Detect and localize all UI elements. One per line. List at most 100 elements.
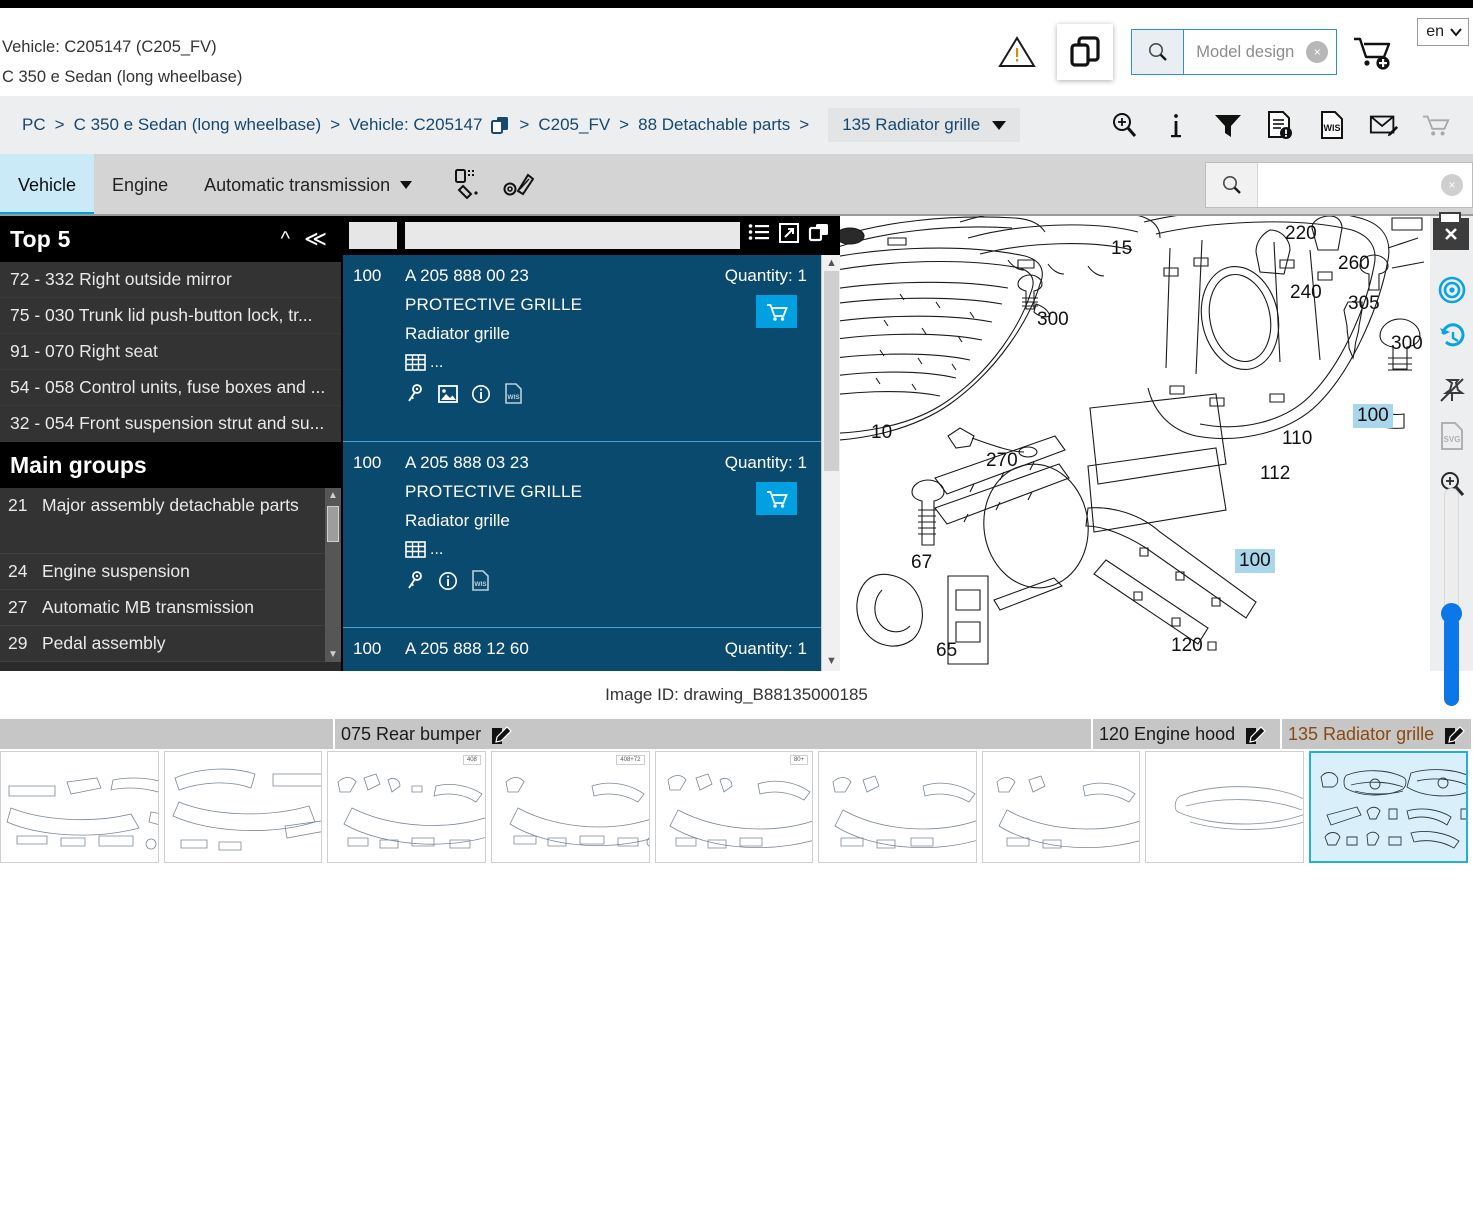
parts-search-box[interactable]: × [1205,162,1473,208]
wis-document-icon[interactable]: WIS [1317,110,1347,140]
part-table-toggle[interactable]: ... [405,540,809,560]
part-table-toggle[interactable]: ... [405,353,809,373]
model-search-input[interactable]: Model design × [1184,30,1336,74]
main-groups-list: 21 Major assembly detachable parts 24 En… [0,488,341,662]
info-circle-icon[interactable] [471,384,491,409]
main-groups-scrollbar[interactable]: ▲ ▼ [325,488,341,662]
main-group-item-27[interactable]: 27 Automatic MB transmission [0,590,341,626]
thumbnail-tile[interactable] [981,751,1141,863]
parts-toolbar-field-wide[interactable] [405,222,740,249]
info-circle-icon[interactable] [438,571,458,596]
expand-arrow-icon[interactable] [779,223,799,248]
thumbnail-group-label: 135 Radiator grille [1288,723,1435,744]
table-grid-icon [405,354,426,371]
parts-list-scrollbar[interactable]: ▲ ▼ [821,255,840,671]
callout-110: 110 [1282,428,1313,449]
breadcrumb-item-detachable-parts[interactable]: 88 Detachable parts [638,115,790,135]
parts-toolbar-field-small[interactable] [349,222,397,249]
parts-list-item[interactable]: 100 A 205 888 03 23 Quantity: 1 PROTECTI… [343,441,821,627]
thumbnail-group-rear-bumper[interactable]: 075 Rear bumper [335,719,1093,749]
technical-drawing-panel[interactable]: 15 220 260 240 305 300 300 100 10 110 27… [840,216,1430,671]
thumbnail-tile[interactable]: 80+ [654,751,814,863]
edit-pencil-icon[interactable] [1444,724,1465,745]
parts-search-input[interactable]: × [1258,163,1472,207]
thumbnail-tile[interactable] [163,751,323,863]
list-view-icon[interactable] [748,223,770,248]
image-icon[interactable] [438,384,458,408]
copy-icon[interactable] [808,223,830,248]
paint-code-icon[interactable] [452,167,484,204]
zoom-in-search-icon[interactable] [1109,110,1139,140]
scrollbar-thumb[interactable] [824,271,839,471]
scroll-up-arrow-icon[interactable]: ▲ [826,257,837,269]
breadcrumb-item-vehicle[interactable]: Vehicle: C205147 [349,115,482,135]
thumbnail-tile-selected[interactable] [1309,751,1468,863]
parts-panel: 100 A 205 888 00 23 Quantity: 1 PROTECTI… [341,216,840,671]
thumbnail-tile[interactable] [0,751,159,863]
thumbnail-tile[interactable] [1145,751,1304,863]
main-group-item-29[interactable]: 29 Pedal assembly [0,626,341,662]
thumbnail-group-engine-hood[interactable]: 120 Engine hood [1093,719,1282,749]
info-icon[interactable] [1161,110,1191,140]
top5-item[interactable]: 75 - 030 Trunk lid push-button lock, tr.… [0,298,341,334]
top5-header-actions: ^ ≪ [281,228,327,250]
parts-list-item[interactable]: 100 A 205 888 12 60 Quantity: 1 [343,627,821,663]
fastener-icon[interactable] [502,167,535,204]
part-add-to-cart-button[interactable] [756,295,797,328]
top5-item[interactable]: 72 - 332 Right outside mirror [0,262,341,298]
parts-list-item[interactable]: 100 A 205 888 00 23 Quantity: 1 PROTECTI… [343,255,821,441]
cart-icon[interactable] [1421,110,1451,140]
top5-item[interactable]: 91 - 070 Right seat [0,334,341,370]
edit-pencil-icon[interactable] [1245,724,1266,745]
breadcrumb-copy-icon[interactable] [490,115,510,135]
model-search-clear-icon[interactable]: × [1306,41,1329,63]
breadcrumb-item-pc[interactable]: PC [22,115,46,135]
main-group-label: Major assembly detachable parts [42,495,299,515]
chevron-up-icon[interactable]: ^ [281,229,290,249]
thumbnail-tile[interactable] [818,751,977,863]
thumbnail-tile[interactable]: 408 [327,751,486,863]
main-group-item-24[interactable]: 24 Engine suspension [0,554,341,590]
model-designation-search[interactable]: Model design × [1131,29,1338,75]
scroll-up-arrow-icon[interactable]: ▲ [328,490,338,501]
filter-funnel-icon[interactable] [1213,110,1243,140]
language-selector[interactable]: en [1417,18,1469,46]
close-window-button[interactable] [1433,212,1469,250]
scroll-down-arrow-icon[interactable]: ▼ [328,649,338,660]
scrollbar-thumb[interactable] [327,506,339,542]
tab-automatic-transmission[interactable]: Automatic transmission [186,154,430,216]
svg-export-button[interactable]: SVG [1430,414,1473,458]
thumbnail-group-radiator-grille[interactable]: 135 Radiator grille [1282,719,1473,749]
copy-pages-button[interactable] [1057,24,1114,80]
main-group-item-21[interactable]: 21 Major assembly detachable parts [0,488,341,554]
chevron-down-icon [400,181,413,189]
wis-document-icon[interactable]: WIS [471,570,490,596]
key-icon[interactable] [405,383,425,409]
target-locate-button[interactable] [1430,268,1473,312]
breadcrumb-item-model[interactable]: C 350 e Sedan (long wheelbase) [74,115,322,135]
wis-document-icon[interactable]: WIS [504,383,523,409]
header-add-to-cart-button[interactable] [1337,32,1411,72]
parts-list[interactable]: 100 A 205 888 00 23 Quantity: 1 PROTECTI… [343,255,821,671]
part-add-to-cart-button[interactable] [756,482,797,515]
thumbnail-tile[interactable]: 408+72 [490,751,650,863]
zoom-slider-handle[interactable] [1441,603,1462,624]
breadcrumb-item-c205fv[interactable]: C205_FV [538,115,610,135]
double-chevron-left-icon[interactable]: ≪ [304,228,327,250]
scroll-down-arrow-icon[interactable]: ▼ [826,655,837,667]
parts-search-clear-icon[interactable]: × [1441,174,1463,196]
breadcrumb-dropdown-radiator-grille[interactable]: 135 Radiator grille [828,108,1021,142]
key-icon[interactable] [405,570,425,596]
top5-item[interactable]: 54 - 058 Control units, fuse boxes and .… [0,370,341,406]
zoom-slider[interactable] [1441,488,1462,706]
warning-triangle-icon[interactable] [991,26,1043,78]
tab-vehicle[interactable]: Vehicle [0,154,95,216]
top5-title: Top 5 [10,225,71,252]
document-alert-icon[interactable] [1265,110,1295,140]
top5-item[interactable]: 32 - 054 Front suspension strut and su..… [0,406,341,442]
history-undo-button[interactable] [1430,314,1473,358]
tab-engine[interactable]: Engine [94,154,186,216]
edit-pencil-icon[interactable] [491,724,512,745]
unpin-button[interactable] [1430,368,1473,412]
mail-edit-icon[interactable] [1369,110,1399,140]
